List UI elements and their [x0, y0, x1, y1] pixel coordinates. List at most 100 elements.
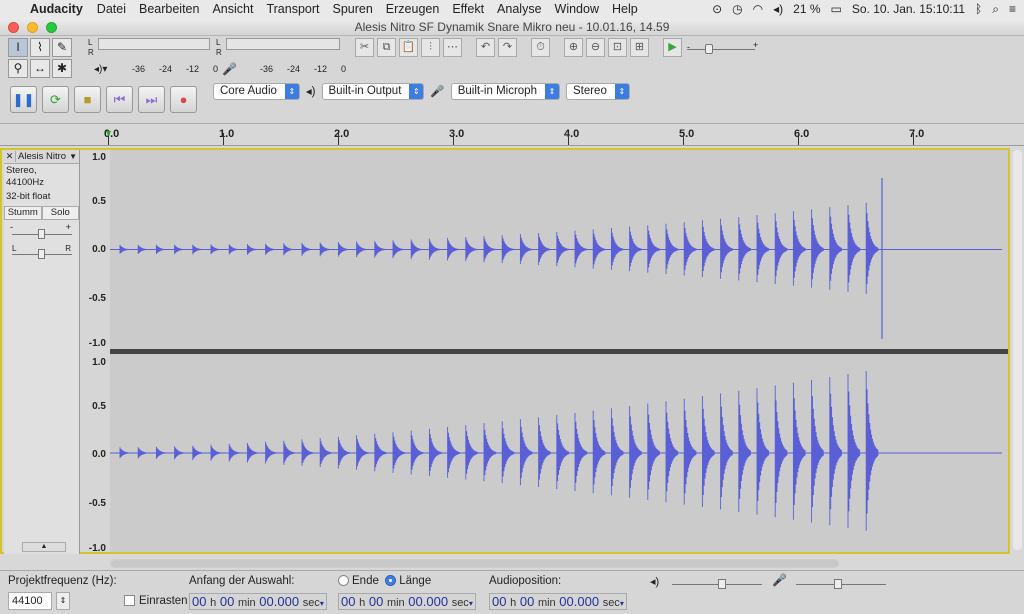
waveform-hit: [283, 243, 296, 256]
record-meter[interactable]: L R -36 -24 -12 0 ◂)▾: [86, 38, 218, 78]
pan-slider-thumb[interactable]: [38, 249, 45, 259]
silence-icon[interactable]: ⋯: [443, 38, 462, 57]
selection-start-time[interactable]: 00 h 00 min 00.000 sec▾: [189, 593, 327, 610]
menu-datei[interactable]: Datei: [97, 2, 126, 16]
unit-seconds: sec: [602, 597, 620, 609]
multi-tool-icon[interactable]: ✱: [52, 59, 72, 78]
audio-position-time[interactable]: 00 h 00 min 00.000 sec▾: [489, 593, 627, 610]
timeline-ruler[interactable]: 0.0 1.0 2.0 3.0 4.0 5.0 6.0 7.0 ▼: [0, 126, 1024, 146]
horizontal-scrollbar[interactable]: [110, 559, 839, 568]
waveform-right-channel[interactable]: [110, 354, 1008, 552]
selection-start-label: Anfang der Auswahl:: [189, 575, 295, 587]
sync-lock-icon[interactable]: ⏱: [531, 38, 550, 57]
play-speed-slider[interactable]: - +: [665, 40, 765, 56]
rate-stepper-icon[interactable]: ⇕: [56, 592, 70, 610]
record-volume-thumb[interactable]: [834, 579, 842, 589]
menubar-clock[interactable]: So. 10. Jan. 15:10:11: [852, 2, 965, 16]
audio-host-select[interactable]: Core Audio ⇕: [213, 82, 300, 100]
volume-icon[interactable]: ◂): [773, 2, 783, 16]
wifi-icon[interactable]: ◠: [753, 2, 763, 16]
gain-slider[interactable]: - +: [4, 222, 79, 244]
close-track-icon[interactable]: ✕: [4, 151, 16, 162]
paste-icon[interactable]: 📋: [399, 38, 418, 57]
unit-hours: h: [510, 597, 517, 609]
record-volume-slider[interactable]: [794, 577, 888, 591]
waveform-hit: [392, 240, 406, 259]
output-device-select[interactable]: Built-in Output ⇕: [321, 82, 425, 100]
battery-icon[interactable]: ▭: [831, 2, 842, 16]
bluetooth-icon[interactable]: ᛒ: [975, 2, 982, 16]
zoom-in-icon[interactable]: ⊕: [564, 38, 583, 57]
timeshift-tool-icon[interactable]: ↔: [30, 59, 50, 78]
draw-tool-icon[interactable]: ✎: [52, 38, 72, 57]
ruler-tick: [798, 133, 799, 145]
app-menu[interactable]: Audacity: [30, 2, 83, 16]
waveform-hit: [829, 207, 842, 290]
end-radio[interactable]: [338, 575, 349, 586]
trim-icon[interactable]: ⫶: [421, 38, 440, 57]
scale-label: -1.0: [88, 338, 106, 349]
selection-tool-icon[interactable]: I: [8, 38, 28, 57]
playback-volume-thumb[interactable]: [718, 579, 726, 589]
redo-icon[interactable]: ↷: [498, 38, 517, 57]
project-rate-input[interactable]: 44100: [8, 592, 52, 610]
snap-checkbox[interactable]: [124, 595, 135, 606]
playback-meter[interactable]: L R 🎤 -36 -24 -12 0: [214, 38, 346, 78]
track-menu-chevron-icon[interactable]: ▼: [69, 152, 79, 161]
length-radio[interactable]: [385, 575, 397, 586]
track-name-menu[interactable]: Alesis Nitro: [16, 151, 69, 162]
speaker-icon: ◂)▾: [94, 64, 108, 75]
zoom-tool-icon[interactable]: ⚲: [8, 59, 28, 78]
time-machine-icon[interactable]: ◷: [732, 2, 742, 16]
focus-icon[interactable]: ⊙: [712, 2, 722, 16]
undo-icon[interactable]: ↶: [476, 38, 495, 57]
pause-button[interactable]: ❚❚: [10, 86, 37, 113]
menu-spuren[interactable]: Spuren: [332, 2, 372, 16]
zoom-out-icon[interactable]: ⊖: [586, 38, 605, 57]
menu-help[interactable]: Help: [612, 2, 638, 16]
input-channels-select[interactable]: Stereo ⇕: [565, 82, 630, 100]
vertical-scrollbar[interactable]: [1013, 150, 1022, 550]
speed-slider-thumb[interactable]: [705, 44, 713, 54]
waveform-hit: [519, 234, 533, 265]
copy-icon[interactable]: ⧉: [377, 38, 396, 57]
ruler-label: 4.0: [564, 128, 580, 140]
audio-track[interactable]: ✕ Alesis Nitro ▼ Stereo, 44100Hz 32-bit …: [0, 148, 1010, 554]
waveform-left-channel[interactable]: [110, 150, 1008, 349]
skip-end-button[interactable]: ⏭: [138, 86, 165, 113]
chevron-down-icon: ▾: [319, 599, 324, 608]
envelope-tool-icon[interactable]: ⌇: [30, 38, 50, 57]
mute-button[interactable]: Stumm: [4, 206, 42, 220]
waveform-hit: [738, 390, 751, 512]
waveform-hit: [119, 447, 133, 459]
selection-end-time[interactable]: 00 h 00 min 00.000 sec▾: [338, 593, 476, 610]
waveform-hit: [228, 244, 242, 255]
solo-button[interactable]: Solo: [41, 206, 79, 220]
menu-effekt[interactable]: Effekt: [452, 2, 484, 16]
scrollbar-thumb[interactable]: [111, 560, 839, 567]
menu-analyse[interactable]: Analyse: [497, 2, 541, 16]
fit-project-icon[interactable]: ⊞: [630, 38, 649, 57]
fit-selection-icon[interactable]: ⊡: [608, 38, 627, 57]
menu-ansicht[interactable]: Ansicht: [212, 2, 253, 16]
gain-slider-thumb[interactable]: [38, 229, 45, 239]
spotlight-icon[interactable]: ⌕: [992, 2, 999, 17]
menu-window[interactable]: Window: [555, 2, 599, 16]
collapse-track-button[interactable]: ▲: [22, 542, 66, 552]
input-device-select[interactable]: Built-in Microph ⇕: [450, 82, 560, 100]
menu-erzeugen[interactable]: Erzeugen: [386, 2, 440, 16]
cut-icon[interactable]: ✂: [355, 38, 374, 57]
waveform-hit: [447, 427, 460, 478]
playback-volume-slider[interactable]: [670, 577, 764, 591]
stop-button[interactable]: ■: [74, 86, 101, 113]
record-button[interactable]: ●: [170, 86, 197, 113]
menu-transport[interactable]: Transport: [266, 2, 319, 16]
pan-slider[interactable]: L R: [4, 244, 79, 264]
notification-center-icon[interactable]: ≡: [1009, 2, 1016, 16]
skip-start-button[interactable]: ⏮: [106, 86, 133, 113]
ruler-tick: [913, 133, 914, 145]
waveform-hit: [792, 382, 806, 520]
menu-bearbeiten[interactable]: Bearbeiten: [139, 2, 199, 16]
waveform-hit: [811, 209, 824, 288]
play-button[interactable]: ⟳: [42, 86, 69, 113]
